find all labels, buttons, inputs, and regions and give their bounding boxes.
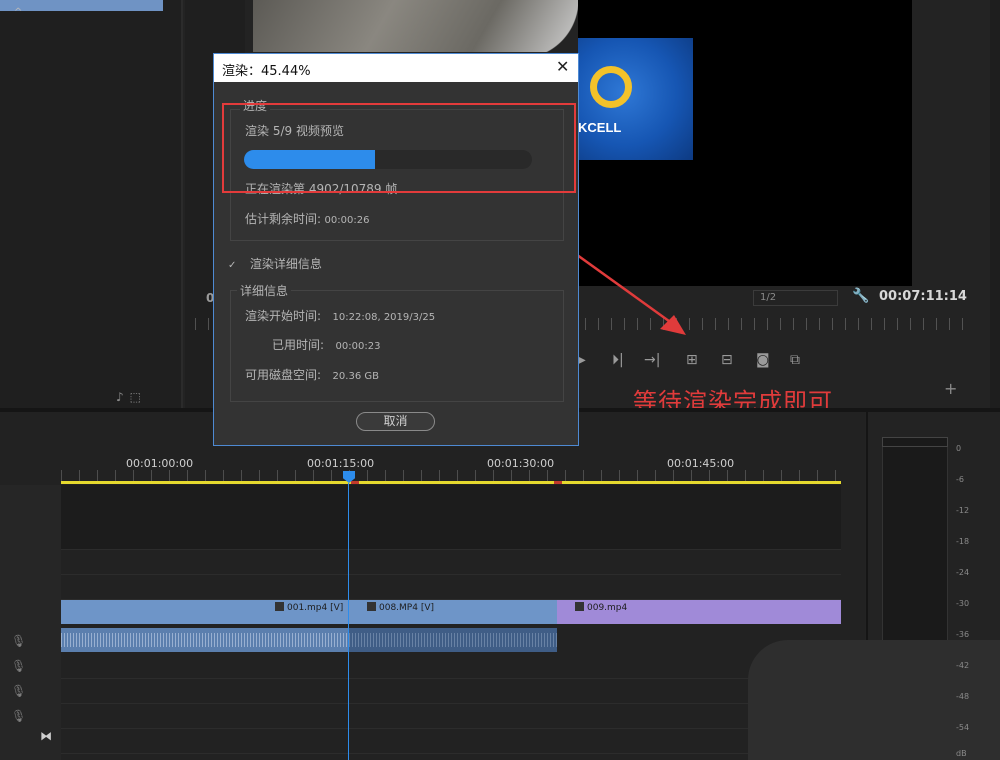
audio-meter-peak	[882, 437, 948, 447]
remaining-time-value: 00:00:26	[324, 215, 370, 226]
waveform	[349, 633, 557, 647]
timeline-timecode: 00:01:30:00	[487, 457, 555, 470]
clip-label: 008.MP4 [V]	[379, 603, 434, 613]
db-label: -6	[956, 475, 964, 484]
wrench-icon[interactable]: 🔧	[852, 288, 869, 304]
db-label: -12	[956, 506, 970, 515]
remaining-time-row: 估计剩余时间: 00:00:26	[245, 210, 369, 227]
db-label: -24	[956, 568, 970, 577]
render-details-label: 渲染详细信息	[249, 257, 322, 271]
render-details-toggle[interactable]: ✓ 渲染详细信息	[228, 255, 322, 272]
db-label: -42	[956, 661, 970, 670]
clip-label-wrap: 009.mp4	[575, 602, 627, 613]
db-label: -54	[956, 723, 970, 732]
db-label: -18	[956, 537, 970, 546]
clip-label: 001.mp4 [V]	[287, 603, 344, 613]
microphone-icon[interactable]: 🎙	[11, 709, 26, 723]
track-row	[61, 655, 841, 679]
db-label: -48	[956, 692, 970, 701]
elapsed-value: 00:00:23	[335, 341, 381, 352]
timeline-timecode: 00:01:15:00	[307, 457, 375, 470]
project-selected-item[interactable]	[0, 0, 163, 11]
db-label: dB	[956, 749, 967, 758]
clip-label-wrap: 008.MP4 [V]	[367, 602, 434, 613]
program-preview-image: KCELL	[578, 38, 693, 160]
cancel-button[interactable]: 取消	[356, 412, 435, 431]
close-icon[interactable]: ✕	[556, 57, 569, 76]
render-marker	[351, 481, 359, 484]
disk-space-label: 可用磁盘空间:	[245, 368, 322, 382]
lift-icon[interactable]: ⊞	[686, 352, 698, 368]
chevron-down-icon: ✓	[228, 260, 237, 271]
track-row	[61, 576, 841, 600]
clip-label-wrap: 001.mp4 [V]	[275, 602, 343, 613]
track-row	[61, 705, 841, 729]
start-time-row: 渲染开始时间: 10:22:08, 2019/3/25	[245, 307, 435, 324]
fx-icon	[575, 602, 584, 611]
bowtie-icon[interactable]: ⧓	[40, 729, 52, 743]
fx-icon	[367, 602, 376, 611]
track-row	[61, 730, 841, 754]
timeline-timecode: 00:01:45:00	[667, 457, 735, 470]
video-clip[interactable]: 009.mp4	[557, 600, 841, 624]
chevron-up-icon[interactable]: ^	[14, 7, 22, 18]
fx-icon	[275, 602, 284, 611]
source-preview-edge	[520, 0, 580, 52]
db-label: -30	[956, 599, 970, 608]
audio-clip[interactable]	[349, 628, 557, 652]
annotation-highlight-box	[222, 103, 576, 193]
track-row	[61, 680, 841, 704]
microphone-icon[interactable]: 🎙	[11, 634, 26, 648]
right-scrollbar[interactable]	[990, 0, 1000, 410]
elapsed-label: 已用时间:	[272, 338, 325, 352]
program-timecode: 00:07:11:14	[879, 289, 967, 304]
track-headers	[0, 485, 61, 760]
microphone-icon[interactable]: 🎙	[11, 659, 26, 673]
logo-text: KCELL	[578, 120, 622, 135]
playhead-line[interactable]	[348, 483, 349, 760]
clip-label: 009.mp4	[587, 603, 628, 613]
start-time-label: 渲染开始时间:	[245, 309, 322, 323]
start-time-value: 10:22:08, 2019/3/25	[332, 312, 436, 323]
logo-ring	[590, 66, 632, 108]
video-clip[interactable]: 008.MP4 [V]	[349, 600, 557, 624]
add-icon[interactable]: +	[944, 379, 957, 398]
disk-space-row: 可用磁盘空间: 20.36 GB	[245, 366, 379, 383]
project-footer-icons[interactable]: ♪⬚	[116, 390, 147, 404]
elapsed-row: 已用时间: 00:00:23	[272, 336, 380, 353]
extract-icon[interactable]: ⊟	[721, 352, 733, 368]
dialog-titlebar[interactable]: 渲染：45.44% ✕	[214, 54, 578, 82]
compare-view-icon[interactable]: ⧉	[790, 352, 800, 368]
track-row	[61, 551, 841, 575]
waveform	[61, 633, 349, 647]
video-clip[interactable]: 001.mp4 [V]	[61, 600, 349, 624]
track-row	[61, 485, 841, 550]
playback-resolution-select[interactable]: 1/2	[753, 290, 838, 306]
project-panel	[0, 0, 183, 408]
timeline-timecode: 00:01:00:00	[126, 457, 194, 470]
db-label: 0	[956, 444, 962, 453]
work-area-bar[interactable]	[61, 481, 841, 484]
render-dialog: 渲染：45.44% ✕ 进度 渲染 5/9 视频预览 正在渲染第 4902/10…	[213, 53, 579, 446]
render-marker	[554, 481, 562, 484]
camera-icon[interactable]: ◙	[756, 352, 770, 368]
step-forward-icon[interactable]: ⏵|	[612, 352, 624, 368]
remaining-time-label: 估计剩余时间:	[245, 212, 322, 226]
details-section-label: 详细信息	[237, 282, 292, 299]
audio-clip[interactable]	[61, 628, 349, 652]
disk-space-value: 20.36 GB	[332, 371, 379, 382]
db-label: -36	[956, 630, 970, 639]
microphone-icon[interactable]: 🎙	[11, 684, 26, 698]
go-to-out-icon[interactable]: →|	[644, 352, 660, 368]
dialog-title: 渲染：45.44%	[222, 64, 311, 79]
